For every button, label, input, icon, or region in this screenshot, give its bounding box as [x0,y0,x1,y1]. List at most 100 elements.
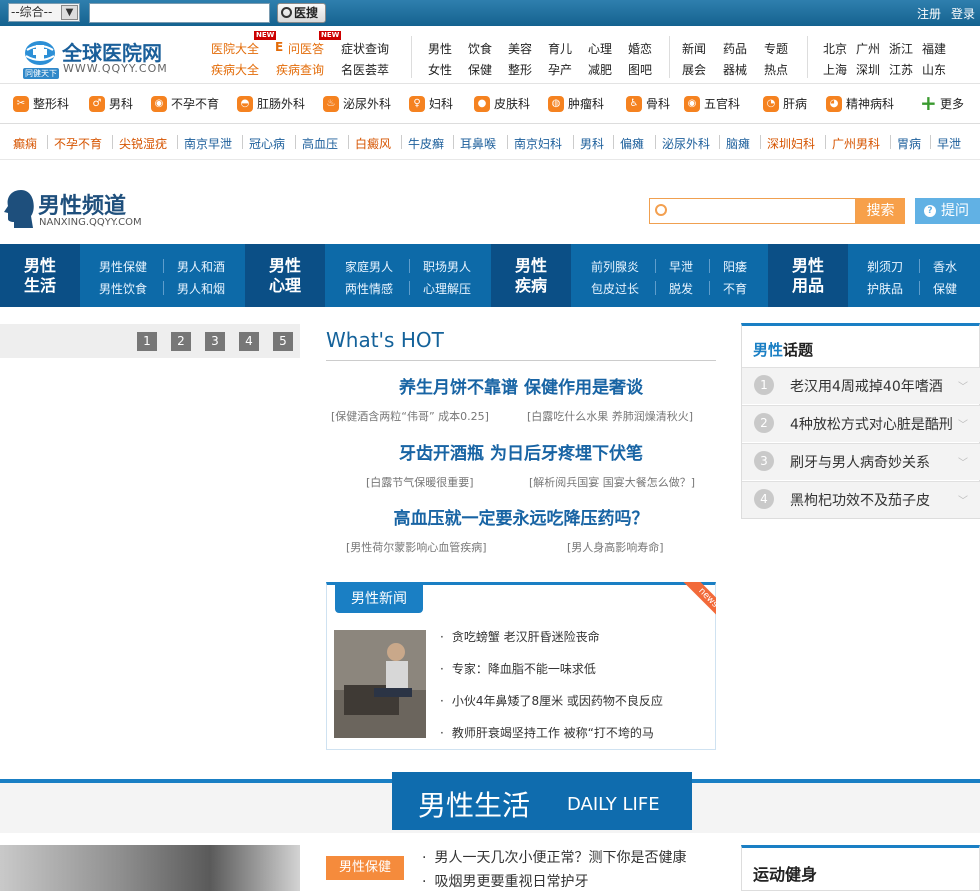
hot-tag[interactable]: 脑瘫 [726,135,750,152]
category-link[interactable]: ♨ 泌尿外科 [323,96,391,112]
top-link[interactable]: 浙江 [889,40,913,57]
nav-link[interactable]: 职场男人 [423,258,471,275]
topic-link[interactable]: 刷牙与男人病奇妙关系 [790,452,930,472]
hot-tag[interactable]: 冠心病 [249,135,285,152]
feature-photo[interactable] [0,845,300,891]
hot-tag[interactable]: 男科 [580,135,604,152]
hot-tag[interactable]: 偏瘫 [620,135,644,152]
slider-page-button[interactable]: 3 [205,332,225,351]
hot-tag[interactable]: 白癜风 [355,135,391,152]
nav-link[interactable]: 两性情感 [345,280,393,297]
top-link[interactable]: 广州 [856,40,880,57]
news-item[interactable]: · 小伙4年鼻矮了8厘米 或因药物不良反应 [440,692,663,709]
ask-question-button[interactable]: ? 提问 [915,198,980,224]
channel-search-button[interactable]: 搜索 [856,198,905,224]
top-link[interactable]: 孕产 [548,61,572,78]
link-hospital-list[interactable]: 医院大全 [211,40,259,57]
nav-link[interactable]: 阳痿 [723,258,747,275]
top-link[interactable]: 减肥 [588,61,612,78]
nav-section-title[interactable]: 男性 用品 [768,244,848,307]
top-link[interactable]: 女性 [428,61,452,78]
nav-link[interactable]: 保健 [933,280,957,297]
hot-headline[interactable]: 牙齿开酒瓶 为日后牙疼埋下伏笔 [326,439,716,464]
slider-page-button[interactable]: 5 [273,332,293,351]
slider-page-button[interactable]: 1 [137,332,157,351]
category-link[interactable]: + 更多 [920,93,964,113]
news-item[interactable]: · 专家：降血脂不能一味求低 [440,660,596,677]
news-tab[interactable]: 男性新闻 [335,585,423,613]
hot-sub-link[interactable]: [男人身高影响寿命] [567,539,664,555]
nav-link[interactable]: 包皮过长 [591,280,639,297]
hot-sub-link[interactable]: [白露节气保暖很重要] [366,474,474,490]
top-search-button[interactable]: 医搜 [277,3,326,23]
top-link[interactable]: 热点 [764,61,788,78]
hot-sub-link[interactable]: [白露吃什么水果 养肺润燥清秋火] [527,408,693,424]
top-link[interactable]: 婚恋 [628,40,652,57]
bottom-news-item[interactable]: · 吸烟男更要重视日常护牙 [422,871,588,891]
nav-link[interactable]: 不育 [723,280,747,297]
link-famous-doctors[interactable]: 名医荟萃 [341,61,389,78]
hot-tag[interactable]: 牛皮癣 [408,135,444,152]
top-link[interactable]: 药品 [723,40,747,57]
hot-tag[interactable]: 泌尿外科 [662,135,710,152]
slider-page-button[interactable]: 2 [171,332,191,351]
nav-link[interactable]: 家庭男人 [345,258,393,275]
nav-link[interactable]: 男性保健 [99,258,147,275]
nav-link[interactable]: 香水 [933,258,957,275]
top-link[interactable]: 饮食 [468,40,492,57]
top-link[interactable]: 心理 [588,40,612,57]
hot-tag[interactable]: 耳鼻喉 [460,135,496,152]
category-link[interactable]: ♂ 男科 [89,96,133,112]
news-item[interactable]: · 贪吃螃蟹 老汉肝昏迷险丧命 [440,628,600,645]
nav-section-title[interactable]: 男性 生活 [0,244,80,307]
top-link[interactable]: 展会 [682,61,706,78]
nav-link[interactable]: 心理解压 [423,280,471,297]
hot-sub-link[interactable]: [保健酒含两粒“伟哥” 成本0.25] [331,408,489,424]
nav-section-title[interactable]: 男性 疾病 [491,244,571,307]
category-link[interactable]: ◔ 肝病 [763,96,807,112]
hot-tag[interactable]: 尖锐湿疣 [119,135,167,152]
top-link[interactable]: 整形 [508,61,532,78]
hot-tag[interactable]: 深圳妇科 [767,135,815,152]
link-disease-list[interactable]: 疾病大全 [211,61,259,78]
topic-link[interactable]: 黑枸杞功效不及茄子皮 [790,490,930,510]
hot-tag[interactable]: 广州男科 [832,135,880,152]
topic-link[interactable]: 老汉用4周戒掉40年嗜酒 [790,376,943,396]
register-link[interactable]: 注册 [917,5,941,22]
top-link[interactable]: 图吧 [628,61,652,78]
top-link[interactable]: 深圳 [856,61,880,78]
link-ask-doctor[interactable]: 问医答 [288,40,324,57]
link-disease-query[interactable]: 疾病查询 [276,61,324,78]
hot-tag[interactable]: 癫痫 [13,135,37,152]
topic-link[interactable]: 4种放松方式对心脏是酷刑 [790,414,953,434]
category-link[interactable]: ● 皮肤科 [474,96,530,112]
top-link[interactable]: 美容 [508,40,532,57]
nav-link[interactable]: 男性饮食 [99,280,147,297]
top-link[interactable]: 上海 [823,61,847,78]
channel-search-field[interactable] [649,198,856,224]
hot-tag[interactable]: 胃病 [897,135,921,152]
hot-headline[interactable]: 高血压就一定要永远吃降压药吗？ [326,504,716,529]
hot-sub-link[interactable]: [解析阅兵国宴 国宴大餐怎么做？] [529,474,695,490]
nav-link[interactable]: 剃须刀 [867,258,903,275]
hot-tag[interactable]: 南京妇科 [514,135,562,152]
hot-headline[interactable]: 养生月饼不靠谱 保健作用是奢谈 [326,373,716,398]
nav-section-title[interactable]: 男性 心理 [245,244,325,307]
hot-tag[interactable]: 高血压 [302,135,338,152]
top-link[interactable]: 新闻 [682,40,706,57]
hot-sub-link[interactable]: [男性荷尔蒙影响心血管疾病] [346,539,487,555]
top-link[interactable]: 器械 [723,61,747,78]
category-link[interactable]: ♀ 妇科 [409,96,453,112]
news-item[interactable]: · 教师肝衰竭坚持工作 被称“打不垮的马 [440,724,654,741]
news-photo[interactable] [334,630,426,738]
globe-logo-icon[interactable] [22,38,58,68]
nav-link[interactable]: 护肤品 [867,280,903,297]
category-link[interactable]: ♿ 骨科 [626,96,670,112]
top-link[interactable]: 专题 [764,40,788,57]
slider-page-button[interactable]: 4 [239,332,259,351]
nav-link[interactable]: 男人和酒 [177,258,225,275]
nav-link[interactable]: 脱发 [669,280,693,297]
hot-tag[interactable]: 早泄 [937,135,961,152]
link-symptom-query[interactable]: 症状查询 [341,40,389,57]
top-link[interactable]: 育儿 [548,40,572,57]
